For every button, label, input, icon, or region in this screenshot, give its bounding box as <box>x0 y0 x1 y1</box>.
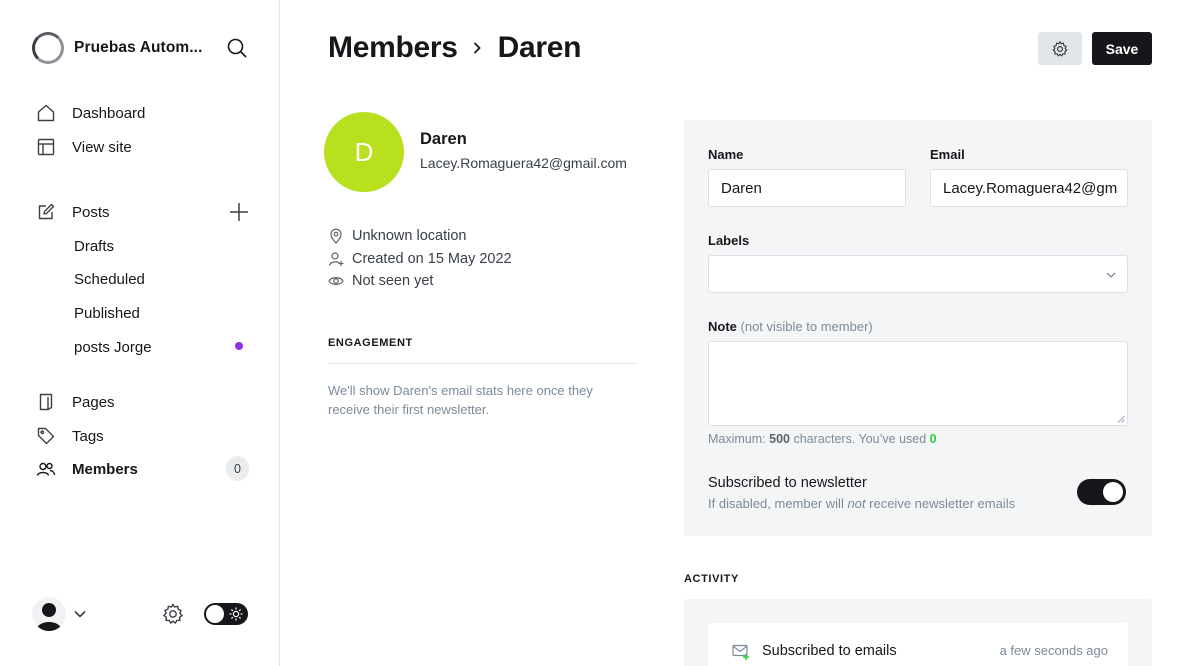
settings-gear-icon[interactable] <box>161 602 185 626</box>
note-label-muted: (not visible to member) <box>740 319 873 334</box>
toggle-knob <box>1103 482 1123 502</box>
site-title: Pruebas Autom... <box>74 39 203 56</box>
sidebar: Pruebas Autom... Dashboard View site Pos… <box>0 0 280 666</box>
newsletter-sub-b: receive newsletter emails <box>865 496 1016 511</box>
labels-label: Labels <box>708 233 750 248</box>
chevron-down-icon <box>1106 272 1116 278</box>
divider <box>328 363 636 364</box>
users-icon <box>36 459 56 479</box>
member-seen: Not seen yet <box>328 272 433 290</box>
layout-icon <box>36 137 56 157</box>
email-subscribe-icon <box>732 644 749 660</box>
engagement-text: We'll show Daren's email stats here once… <box>328 383 593 417</box>
dark-mode-toggle[interactable] <box>204 603 248 625</box>
user-avatar[interactable] <box>32 597 66 631</box>
nav-members-label: Members <box>72 460 138 478</box>
home-icon <box>36 103 56 123</box>
note-label: Note (not visible to member) <box>708 319 873 334</box>
nav-posts-jorge[interactable]: posts Jorge <box>74 336 152 358</box>
user-silhouette-icon <box>36 603 62 631</box>
activity-text: Subscribed to emails <box>762 643 897 659</box>
user-add-icon <box>328 251 344 267</box>
nav-view-site-label: View site <box>72 138 132 156</box>
newsletter-subtitle: If disabled, member will not receive new… <box>708 496 1015 511</box>
nav-dashboard-label: Dashboard <box>72 104 146 122</box>
note-label-text: Note <box>708 319 737 334</box>
location-pin-icon <box>328 228 344 244</box>
member-avatar: D <box>324 112 404 192</box>
email-label: Email <box>930 147 965 162</box>
newsletter-toggle[interactable] <box>1077 479 1126 505</box>
hint-prefix: Maximum: <box>708 432 770 446</box>
nav-dashboard[interactable]: Dashboard <box>36 101 145 125</box>
posts-jorge-color-dot <box>235 342 243 350</box>
nav-view-site[interactable]: View site <box>36 135 132 159</box>
edit-icon <box>36 202 56 222</box>
hint-used: 0 <box>929 432 937 446</box>
save-button[interactable]: Save <box>1092 32 1152 65</box>
member-location: Unknown location <box>328 227 466 245</box>
toggle-knob <box>206 605 224 623</box>
search-icon[interactable] <box>226 37 248 59</box>
newsletter-sub-em: not <box>847 496 866 511</box>
member-created: Created on 15 May 2022 <box>328 250 512 268</box>
nav-posts-label: Posts <box>72 203 110 221</box>
name-label: Name <box>708 147 744 162</box>
chevron-down-icon[interactable] <box>73 607 87 621</box>
activity-time: a few seconds ago <box>999 643 1108 658</box>
chevron-right-icon <box>470 41 484 55</box>
breadcrumb-members-link[interactable]: Members <box>328 31 458 65</box>
labels-select[interactable] <box>708 255 1128 293</box>
email-field[interactable]: Lacey.Romaguera42@gm <box>930 169 1128 207</box>
page-icon <box>36 392 56 412</box>
members-count-badge: 0 <box>226 456 249 481</box>
nav-scheduled[interactable]: Scheduled <box>74 268 145 290</box>
eye-icon <box>328 273 344 289</box>
note-char-hint: Maximum: 500 characters. You’ve used 0 <box>708 432 937 446</box>
site-brand[interactable]: Pruebas Autom... <box>32 32 203 64</box>
sun-icon <box>229 607 243 621</box>
name-field[interactable]: Daren <box>708 169 906 207</box>
newsletter-sub-a: If disabled, member will <box>708 496 848 511</box>
gear-icon <box>1052 40 1068 57</box>
seen-text: Not seen yet <box>352 273 434 289</box>
nav-pages-label: Pages <box>72 393 115 411</box>
nav-drafts[interactable]: Drafts <box>74 235 114 257</box>
tag-icon <box>36 426 56 446</box>
engagement-heading: ENGAGEMENT <box>328 337 413 349</box>
location-text: Unknown location <box>352 228 467 244</box>
nav-tags[interactable]: Tags <box>36 424 104 448</box>
member-email: Lacey.Romaguera42@gmail.com <box>420 155 627 171</box>
created-text: Created on 15 May 2022 <box>352 251 512 267</box>
nav-posts[interactable]: Posts <box>36 200 110 224</box>
note-textarea[interactable] <box>708 341 1128 426</box>
activity-heading: ACTIVITY <box>684 573 739 585</box>
hint-max: 500 <box>769 432 790 446</box>
nav-pages[interactable]: Pages <box>36 390 115 414</box>
nav-published[interactable]: Published <box>74 302 140 324</box>
nav-members[interactable]: Members <box>36 457 138 481</box>
breadcrumb: Members Daren <box>328 28 581 68</box>
member-name: Daren <box>420 130 467 148</box>
hint-mid: characters. You’ve used <box>789 432 930 446</box>
new-post-plus-icon[interactable] <box>228 201 250 223</box>
site-logo-icon <box>32 32 64 64</box>
newsletter-title: Subscribed to newsletter <box>708 475 867 491</box>
resize-grip-icon[interactable] <box>1117 415 1125 423</box>
nav-tags-label: Tags <box>72 427 104 445</box>
page-title: Daren <box>497 31 582 64</box>
member-settings-button[interactable] <box>1038 32 1082 65</box>
